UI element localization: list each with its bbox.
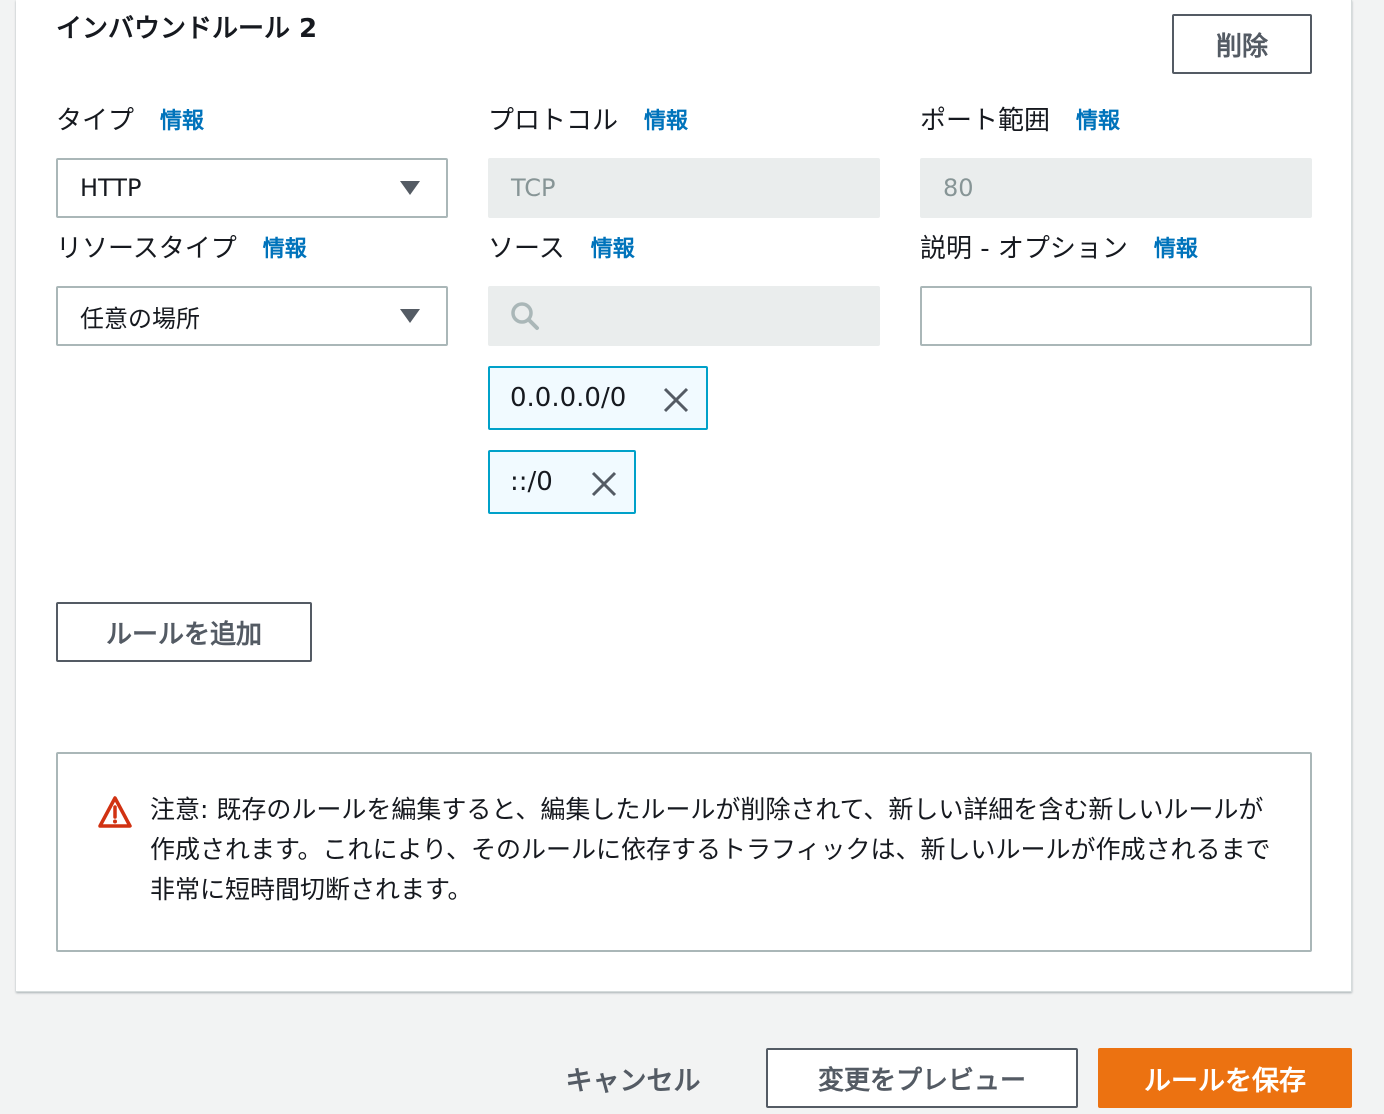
port-range-field: 80 <box>920 158 1312 218</box>
source-token: 0.0.0.0/0 <box>488 366 708 430</box>
rule-title: インバウンドルール 2 <box>56 14 318 44</box>
resource-type-label: リソースタイプ <box>56 234 237 264</box>
description-label: 説明 - オプション <box>920 234 1128 264</box>
port-range-label-group: ポート範囲 情報 <box>920 100 1120 137</box>
source-info-link[interactable]: 情報 <box>591 231 635 263</box>
source-label: ソース <box>488 234 565 264</box>
protocol-info-link[interactable]: 情報 <box>644 103 688 135</box>
protocol-label: プロトコル <box>488 106 619 136</box>
source-label-group: ソース 情報 <box>488 228 635 265</box>
type-label-group: タイプ 情報 <box>56 100 204 137</box>
add-rule-button[interactable]: ルールを追加 <box>56 602 312 662</box>
source-token-label: ::/0 <box>510 467 553 497</box>
caret-down-icon <box>400 181 420 195</box>
alert-text: 注意: 既存のルールを編集すると、編集したルールが削除されて、新しい詳細を含む新… <box>150 795 1271 904</box>
protocol-label-group: プロトコル 情報 <box>488 100 688 137</box>
protocol-field: TCP <box>488 158 880 218</box>
type-select-value: HTTP <box>80 174 142 202</box>
type-info-link[interactable]: 情報 <box>160 103 204 135</box>
close-icon[interactable] <box>662 386 690 414</box>
resource-type-label-group: リソースタイプ 情報 <box>56 228 307 265</box>
close-icon[interactable] <box>590 470 618 498</box>
type-label: タイプ <box>56 106 135 136</box>
resource-type-select[interactable]: 任意の場所 <box>56 286 448 346</box>
delete-rule-button[interactable]: 削除 <box>1172 14 1312 74</box>
save-rules-button[interactable]: ルールを保存 <box>1098 1048 1352 1108</box>
warning-alert: 注意: 既存のルールを編集すると、編集したルールが削除されて、新しい詳細を含む新… <box>56 752 1312 952</box>
port-range-label: ポート範囲 <box>920 106 1051 136</box>
warning-icon <box>98 796 132 828</box>
resource-type-info-link[interactable]: 情報 <box>263 231 307 263</box>
description-input[interactable] <box>920 286 1312 346</box>
description-label-group: 説明 - オプション 情報 <box>920 228 1198 265</box>
source-token-label: 0.0.0.0/0 <box>510 383 627 413</box>
type-select[interactable]: HTTP <box>56 158 448 218</box>
cancel-button[interactable]: キャンセル <box>540 1048 726 1108</box>
preview-changes-button[interactable]: 変更をプレビュー <box>766 1048 1078 1108</box>
source-search-input[interactable] <box>488 286 880 346</box>
port-range-value: 80 <box>943 174 974 202</box>
search-icon <box>511 302 539 330</box>
protocol-value: TCP <box>511 174 556 202</box>
description-info-link[interactable]: 情報 <box>1154 231 1198 263</box>
inbound-rule-panel: インバウンドルール 2 削除 タイプ 情報 プロトコル 情報 ポート範囲 情報 … <box>16 0 1352 992</box>
source-token: ::/0 <box>488 450 636 514</box>
port-range-info-link[interactable]: 情報 <box>1076 103 1120 135</box>
caret-down-icon <box>400 309 420 323</box>
resource-type-select-value: 任意の場所 <box>80 304 200 333</box>
